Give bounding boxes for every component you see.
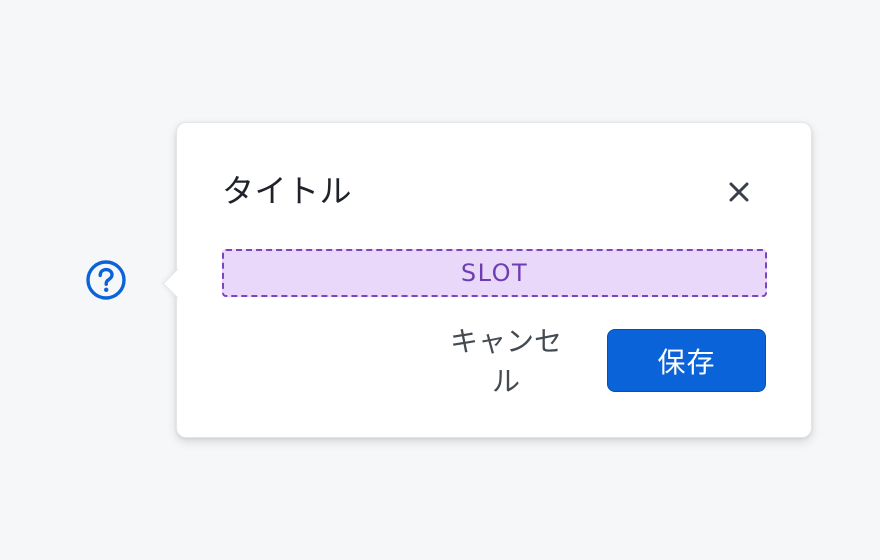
popover-dialog: タイトル SLOT キャンセル 保存 <box>162 122 812 438</box>
close-icon <box>729 182 749 202</box>
question-circle-icon <box>86 260 126 300</box>
popover-title: タイトル <box>222 172 353 210</box>
popover-arrow <box>162 268 193 299</box>
help-trigger-button[interactable] <box>85 259 127 301</box>
close-button[interactable] <box>721 174 757 210</box>
save-button[interactable]: 保存 <box>607 329 766 392</box>
cancel-button[interactable]: キャンセル <box>431 326 581 397</box>
content-slot: SLOT <box>222 249 767 297</box>
